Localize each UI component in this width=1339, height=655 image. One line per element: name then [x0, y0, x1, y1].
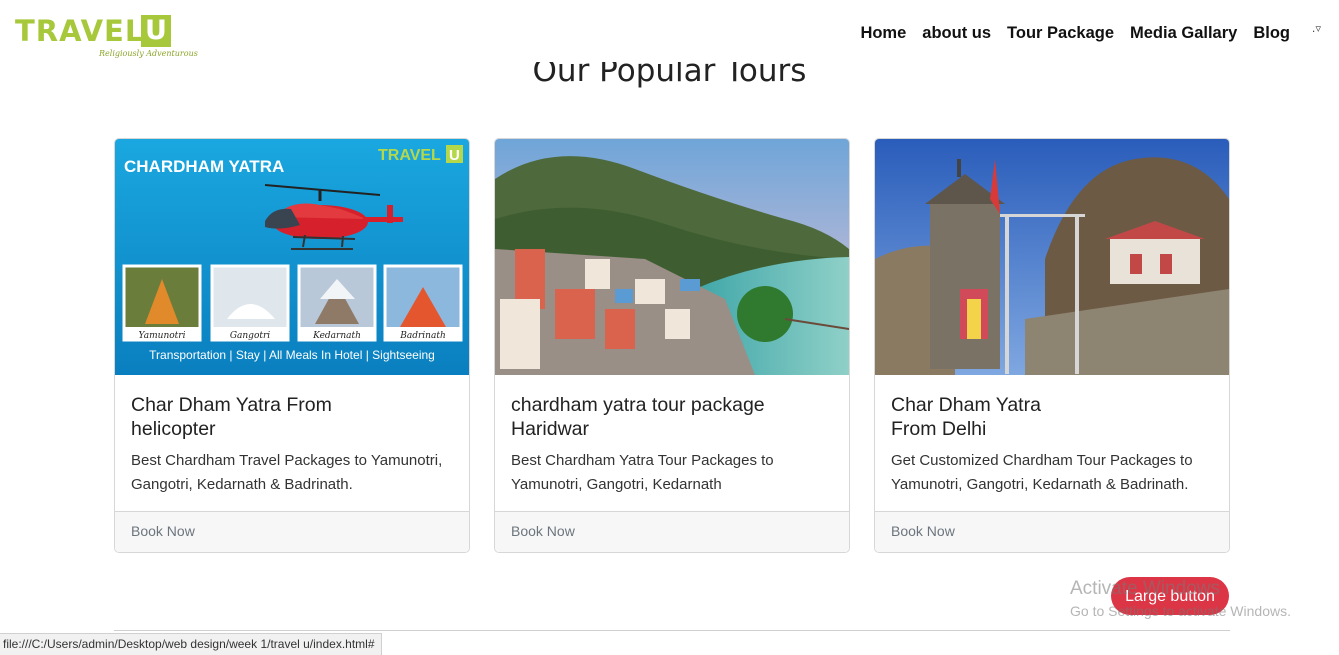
banner-logo-text: TRAVEL: [378, 147, 441, 164]
navbar: TRAVEL U Religiously Adventurous Home ab…: [0, 0, 1339, 62]
banner-title: CHARDHAM YATRA: [124, 157, 284, 176]
card-image-river-town: [495, 139, 849, 375]
status-bar-url: file:///C:/Users/admin/Desktop/web desig…: [0, 633, 382, 655]
banner-footer-text: Transportation | Stay | All Meals In Hot…: [149, 348, 435, 362]
card-footer[interactable]: Book Now: [495, 511, 849, 552]
nav-link-media-gallery[interactable]: Media Gallary: [1122, 20, 1245, 46]
tour-card: chardham yatra tour package Haridwar Bes…: [494, 138, 850, 553]
nav-link-home[interactable]: Home: [852, 20, 914, 46]
nav-links: Home about us Tour Package Media Gallary…: [852, 20, 1298, 46]
card-title: Char Dham Yatra From Delhi: [891, 394, 1041, 440]
brand-mark: U: [141, 15, 171, 47]
nav-link-blog[interactable]: Blog: [1245, 20, 1298, 46]
tour-card: CHARDHAM YATRA TRAVEL U Yamunotri Gangot…: [114, 138, 470, 553]
card-title: Char Dham Yatra From helicopter: [131, 394, 332, 440]
large-button[interactable]: Large button: [1111, 577, 1229, 615]
brand-tagline: Religiously Adventurous: [99, 49, 198, 58]
banner-logo-mark: U: [449, 147, 460, 164]
caret-down-icon[interactable]: ․▿: [1312, 22, 1321, 35]
card-text: Best Chardham Travel Packages to Yamunot…: [131, 452, 443, 493]
card-title: chardham yatra tour package Haridwar: [511, 394, 765, 440]
book-now-link[interactable]: Book Now: [891, 523, 955, 539]
banner-place-label: Badrinath: [399, 331, 446, 341]
card-text: Best Chardham Yatra Tour Packages to Yam…: [511, 452, 774, 493]
banner-place-label: Gangotri: [230, 331, 270, 341]
nav-link-tour-package[interactable]: Tour Package: [999, 20, 1122, 46]
card-image-helicopter-banner: CHARDHAM YATRA TRAVEL U Yamunotri Gangot…: [115, 139, 469, 375]
card-body: Char Dham Yatra From helicopter Best Cha…: [131, 393, 461, 496]
banner-place-label: Yamunotri: [139, 331, 186, 341]
book-now-link[interactable]: Book Now: [511, 523, 575, 539]
banner-place-label: Kedarnath: [312, 331, 361, 341]
divider: [114, 630, 1230, 631]
tour-cards: CHARDHAM YATRA TRAVEL U Yamunotri Gangot…: [114, 138, 1230, 553]
brand-logo[interactable]: TRAVEL U Religiously Adventurous: [15, 12, 198, 62]
card-body: Char Dham Yatra From Delhi Get Customize…: [891, 393, 1221, 496]
book-now-link[interactable]: Book Now: [131, 523, 195, 539]
card-text: Get Customized Chardham Tour Packages to…: [891, 452, 1193, 493]
card-image-stone-temple: [875, 139, 1229, 375]
brand-name: TRAVEL: [15, 14, 145, 48]
nav-link-about-us[interactable]: about us: [914, 20, 999, 46]
card-footer[interactable]: Book Now: [115, 511, 469, 552]
card-footer[interactable]: Book Now: [875, 511, 1229, 552]
card-body: chardham yatra tour package Haridwar Bes…: [511, 393, 841, 496]
tour-card: Char Dham Yatra From Delhi Get Customize…: [874, 138, 1230, 553]
